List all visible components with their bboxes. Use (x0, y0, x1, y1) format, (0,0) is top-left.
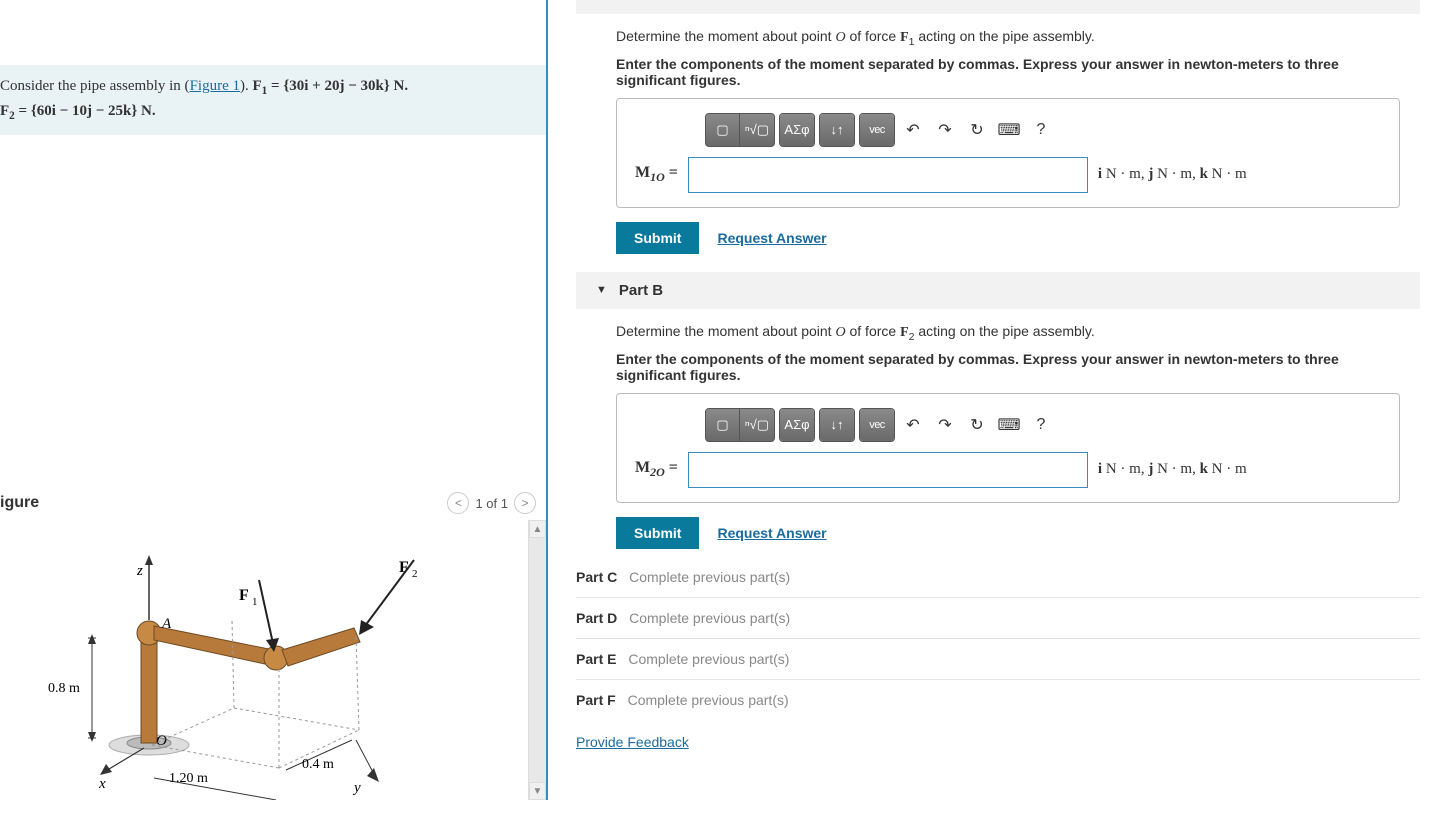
redo-icon[interactable]: ↷ (931, 116, 959, 144)
part-a-submit-button[interactable]: Submit (616, 222, 699, 254)
part-b-header[interactable]: ▼ Part B (576, 272, 1420, 309)
subscript-button[interactable]: ↓↑ (820, 409, 854, 441)
figure-panel: igure < 1 of 1 > (0, 486, 546, 800)
svg-text:A: A (161, 616, 172, 632)
svg-text:O: O (156, 733, 167, 749)
part-b-body: Determine the moment about point O of fo… (576, 309, 1420, 549)
reset-icon[interactable]: ↻ (963, 411, 991, 439)
figure-nav: < 1 of 1 > (447, 492, 536, 514)
part-a-request-answer-link[interactable]: Request Answer (717, 230, 826, 246)
part-b-answer-box: ▢ ⁿ√▢ ΑΣφ ↓↑ vec ↶ ↷ ↻ ⌨ ? M (616, 393, 1400, 503)
caret-down-icon: ▼ (596, 284, 607, 296)
figure-link[interactable]: Figure 1 (190, 78, 240, 94)
help-icon[interactable]: ? (1027, 411, 1055, 439)
svg-text:y: y (352, 780, 361, 796)
scroll-down-icon[interactable]: ▼ (529, 782, 546, 800)
part-a-input[interactable] (688, 157, 1088, 193)
part-b-input[interactable] (688, 452, 1088, 488)
undo-icon[interactable]: ↶ (899, 411, 927, 439)
svg-text:F: F (239, 587, 249, 604)
svg-text:x: x (98, 776, 106, 792)
part-b-request-answer-link[interactable]: Request Answer (717, 525, 826, 541)
svg-text:F: F (399, 559, 409, 576)
svg-text:1.20 m: 1.20 m (169, 771, 208, 786)
part-d-locked: Part D Complete previous part(s) (576, 598, 1420, 639)
figure-title: igure (0, 494, 39, 512)
greek-button[interactable]: ΑΣφ (780, 409, 814, 441)
left-pane: Consider the pipe assembly in (Figure 1)… (0, 0, 548, 800)
scroll-up-icon[interactable]: ▲ (529, 520, 546, 538)
svg-text:0.4 m: 0.4 m (302, 757, 334, 772)
part-e-locked: Part E Complete previous part(s) (576, 639, 1420, 680)
problem-statement: Consider the pipe assembly in (Figure 1)… (0, 65, 546, 135)
vector-button[interactable]: vec (860, 114, 894, 146)
reset-icon[interactable]: ↻ (963, 116, 991, 144)
root-button[interactable]: ⁿ√▢ (740, 114, 774, 146)
part-a-units: i N · m, j N · m, k N · m (1098, 166, 1247, 183)
part-a-instruction: Enter the components of the moment separ… (616, 56, 1400, 88)
svg-text:2: 2 (412, 568, 418, 580)
template-button[interactable]: ▢ (706, 114, 740, 146)
svg-text:0.8 m: 0.8 m (48, 681, 80, 696)
part-b-units: i N · m, j N · m, k N · m (1098, 461, 1247, 478)
equation-toolbar: ▢ ⁿ√▢ ΑΣφ ↓↑ vec ↶ ↷ ↻ ⌨ ? (705, 113, 1381, 147)
right-pane: Determine the moment about point O of fo… (548, 0, 1430, 800)
vector-button[interactable]: vec (860, 409, 894, 441)
equation-toolbar-b: ▢ ⁿ√▢ ΑΣφ ↓↑ vec ↶ ↷ ↻ ⌨ ? (705, 408, 1381, 442)
undo-icon[interactable]: ↶ (899, 116, 927, 144)
part-a-answer-box: ▢ ⁿ√▢ ΑΣφ ↓↑ vec ↶ ↷ ↻ ⌨ ? M (616, 98, 1400, 208)
provide-feedback-link[interactable]: Provide Feedback (576, 720, 689, 760)
part-b-instruction: Enter the components of the moment separ… (616, 351, 1400, 383)
part-f-locked: Part F Complete previous part(s) (576, 680, 1420, 720)
subscript-button[interactable]: ↓↑ (820, 114, 854, 146)
figure-scrollbar[interactable]: ▲ ▼ (528, 520, 546, 800)
greek-button[interactable]: ΑΣφ (780, 114, 814, 146)
part-c-locked: Part C Complete previous part(s) (576, 557, 1420, 598)
part-b-variable: M2O = (635, 459, 678, 480)
figure-image: z F1 F2 A x (0, 520, 528, 800)
part-a-variable: M1O = (635, 164, 678, 185)
axis-z-label: z (136, 563, 143, 579)
svg-text:1: 1 (252, 596, 258, 608)
keyboard-icon[interactable]: ⌨ (995, 411, 1023, 439)
part-b-submit-button[interactable]: Submit (616, 517, 699, 549)
part-b-question: Determine the moment about point O of fo… (616, 323, 1400, 343)
keyboard-icon[interactable]: ⌨ (995, 116, 1023, 144)
part-a-question: Determine the moment about point O of fo… (616, 28, 1400, 48)
figure-prev-button[interactable]: < (447, 492, 469, 514)
template-button[interactable]: ▢ (706, 409, 740, 441)
redo-icon[interactable]: ↷ (931, 411, 959, 439)
root-button[interactable]: ⁿ√▢ (740, 409, 774, 441)
help-icon[interactable]: ? (1027, 116, 1055, 144)
figure-next-button[interactable]: > (514, 492, 536, 514)
part-a-body: Determine the moment about point O of fo… (576, 14, 1420, 254)
